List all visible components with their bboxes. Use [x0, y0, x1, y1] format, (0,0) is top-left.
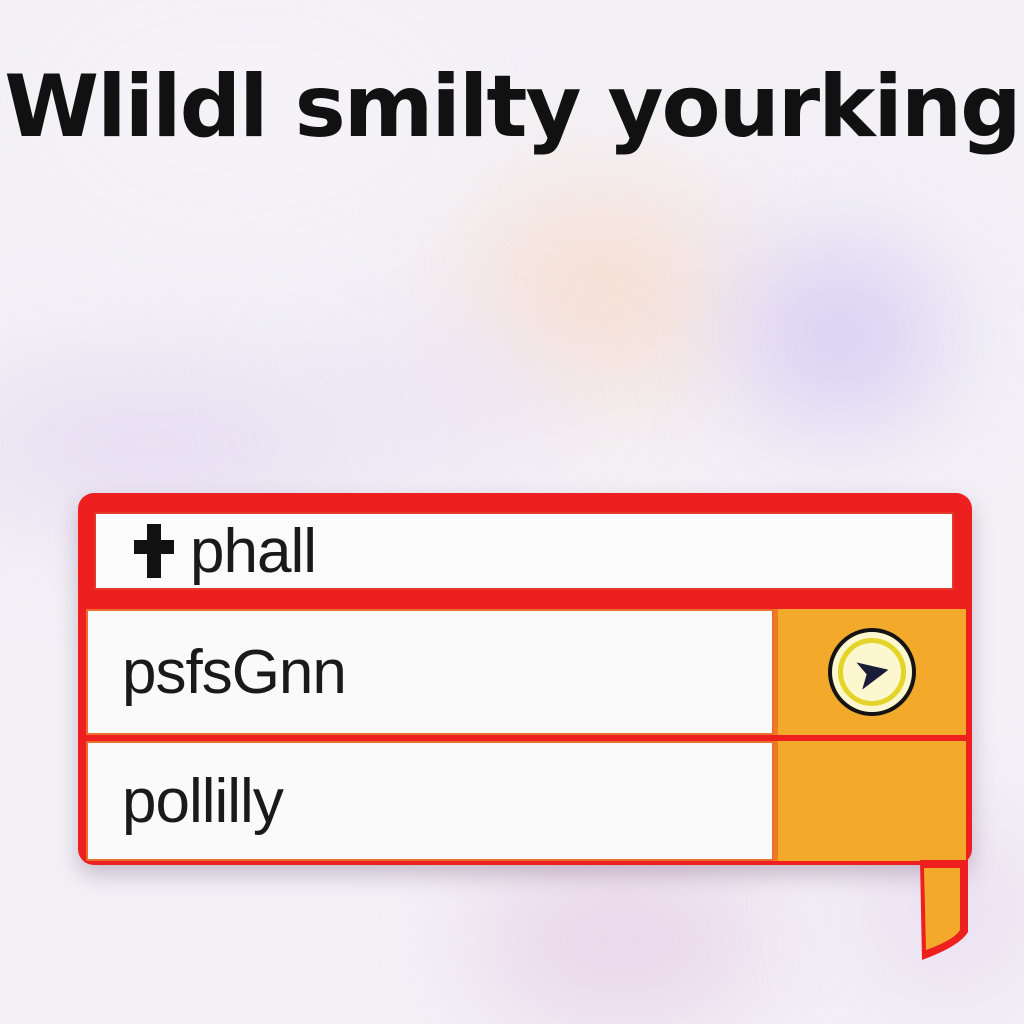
list-item[interactable]: psfsGnn ➤ [86, 609, 966, 735]
bird-glyph-icon: ➤ [848, 644, 896, 700]
page-title: Wlildl smilty yourking [4, 57, 1021, 157]
list-item-action[interactable]: ➤ [774, 609, 966, 735]
add-field-text: phall [190, 516, 317, 586]
plus-icon[interactable] [134, 524, 174, 578]
panel-tail [920, 860, 968, 960]
option-panel: phall psfsGnn ➤ pollilly [78, 493, 972, 865]
list-item[interactable]: pollilly [86, 741, 966, 861]
bird-badge-icon[interactable]: ➤ [828, 628, 916, 716]
list-item-action[interactable] [774, 741, 966, 861]
list-item-label: psfsGnn [86, 609, 774, 735]
list-item-label: pollilly [86, 741, 774, 861]
add-field[interactable]: phall [94, 512, 954, 590]
